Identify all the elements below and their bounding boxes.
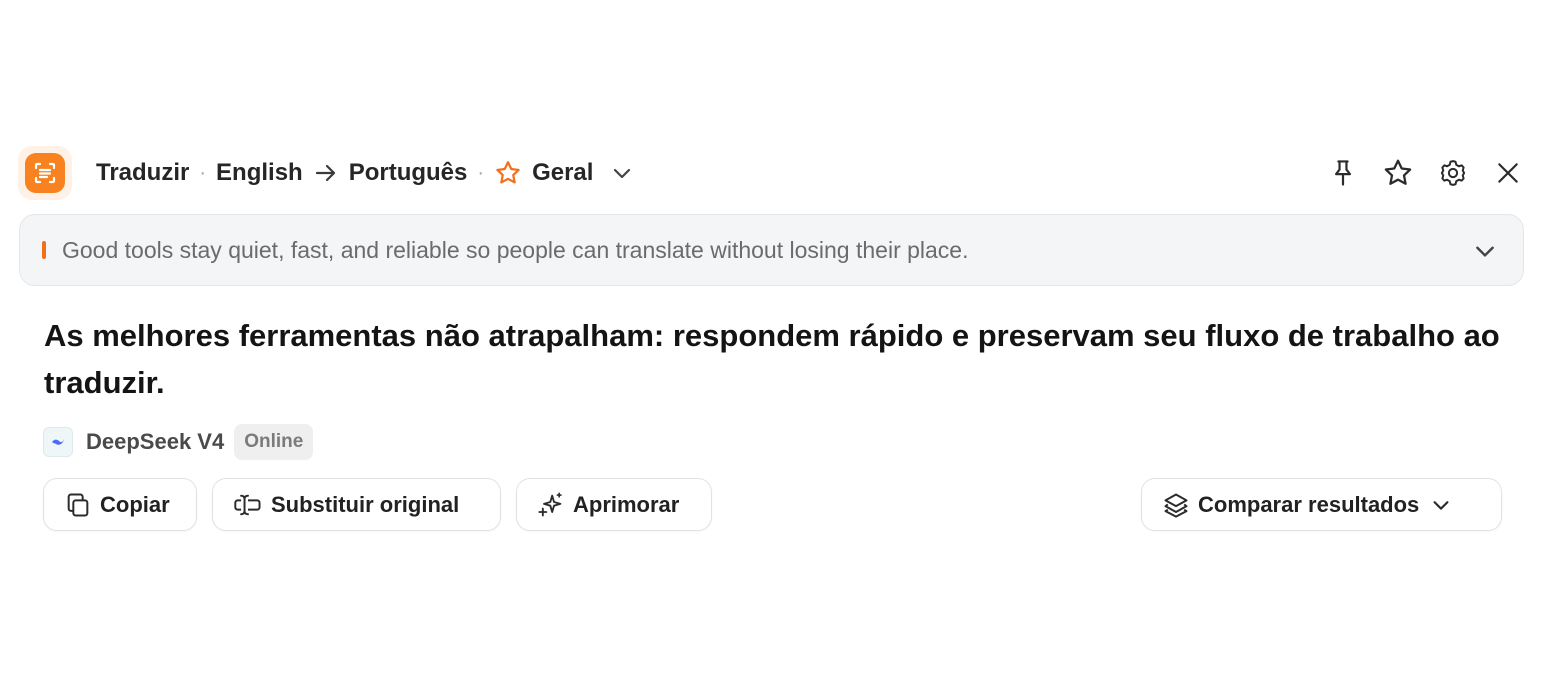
star-outline-icon [494, 159, 522, 187]
separator-dot: · [477, 161, 485, 184]
engine-name: DeepSeek V4 [86, 429, 225, 454]
text-cursor-icon [233, 491, 263, 519]
target-language[interactable]: Português [349, 159, 468, 187]
copy-button[interactable]: Copiar [43, 478, 197, 531]
chevron-down-icon[interactable] [611, 162, 633, 184]
chevron-down-icon[interactable] [1471, 237, 1499, 265]
header: Traduzir · English Português · Geral [18, 146, 1528, 200]
layers-icon [1162, 491, 1190, 519]
sparkles-icon [537, 491, 565, 519]
breadcrumb: Traduzir · English Português · Geral [96, 146, 633, 200]
pin-icon[interactable] [1323, 153, 1363, 193]
action-bar: Copiar Substituir original Aprimorar [43, 478, 727, 531]
source-text: Good tools stay quiet, fast, and reliabl… [62, 236, 969, 263]
source-language[interactable]: English [216, 159, 303, 187]
star-icon[interactable] [1378, 153, 1418, 193]
copy-icon [64, 491, 92, 519]
source-accent-bar [42, 241, 46, 259]
gear-icon[interactable] [1433, 153, 1473, 193]
improve-button[interactable]: Aprimorar [516, 478, 712, 531]
close-icon[interactable] [1488, 153, 1528, 193]
header-actions [1308, 146, 1528, 200]
status-badge: Online [234, 424, 314, 460]
separator-dot: · [199, 161, 207, 184]
compare-results-button[interactable]: Comparar resultados [1141, 478, 1502, 531]
style-label[interactable]: Geral [532, 159, 593, 187]
translation-popup: Traduzir · English Português · Geral Goo… [0, 0, 1545, 693]
chevron-down-icon [1431, 495, 1451, 515]
compare-results-label: Comparar resultados [1198, 491, 1420, 517]
replace-original-label: Substituir original [271, 491, 460, 517]
improve-label: Aprimorar [573, 491, 680, 517]
engine-info: DeepSeek V4 Online [43, 424, 314, 460]
translate-logo-icon [18, 146, 72, 200]
copy-label: Copiar [100, 491, 170, 517]
translation-result: As melhores ferramentas não atrapalham: … [44, 318, 1500, 400]
mode-label[interactable]: Traduzir [96, 159, 189, 187]
arrow-right-icon [315, 163, 337, 183]
replace-original-button[interactable]: Substituir original [212, 478, 501, 531]
deepseek-logo-icon [43, 427, 73, 457]
source-text-box[interactable]: Good tools stay quiet, fast, and reliabl… [19, 214, 1524, 286]
